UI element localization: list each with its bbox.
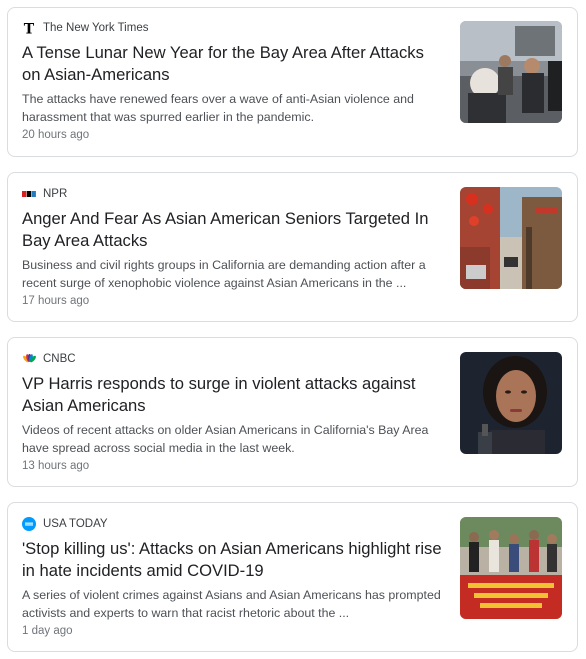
source-name: CNBC: [43, 353, 76, 365]
source-name: USA TODAY: [43, 518, 108, 530]
usa-today-logo-icon: [22, 517, 36, 531]
source-name: NPR: [43, 188, 68, 200]
timestamp: 1 day ago: [22, 625, 73, 637]
timestamp: 20 hours ago: [22, 129, 90, 141]
snippet-text: The attacks have renewed fears over a wa…: [22, 92, 414, 124]
source-name: The New York Times: [43, 22, 149, 34]
news-card[interactable]: T The New York Times A Tense Lunar New Y…: [7, 7, 578, 157]
news-card[interactable]: CNBC VP Harris responds to surge in viol…: [7, 337, 578, 487]
snippet-text: A series of violent crimes against Asian…: [22, 588, 441, 620]
nyt-logo-icon: T: [22, 21, 36, 35]
news-source: NPR: [22, 186, 446, 202]
headline-link[interactable]: VP Harris responds to surge in violent a…: [22, 373, 446, 417]
news-source: USA TODAY: [22, 516, 446, 532]
timestamp: 13 hours ago: [22, 460, 90, 472]
rally-crowd-photo[interactable]: [460, 517, 562, 619]
street-crowd-photo[interactable]: [460, 21, 562, 123]
headline-link[interactable]: Anger And Fear As Asian American Seniors…: [22, 208, 446, 252]
cnbc-peacock-icon: [22, 352, 36, 366]
chinatown-street-photo[interactable]: [460, 187, 562, 289]
news-card[interactable]: USA TODAY 'Stop killing us': Attacks on …: [7, 502, 578, 652]
news-card[interactable]: NPR Anger And Fear As Asian American Sen…: [7, 172, 578, 322]
npr-logo-icon: [22, 187, 36, 201]
news-source: CNBC: [22, 351, 446, 367]
svg-text:T: T: [24, 22, 35, 35]
news-source: T The New York Times: [22, 20, 446, 36]
timestamp: 17 hours ago: [22, 295, 90, 307]
headline-link[interactable]: A Tense Lunar New Year for the Bay Area …: [22, 42, 446, 86]
portrait-photo[interactable]: [460, 352, 562, 454]
headline-link[interactable]: 'Stop killing us': Attacks on Asian Amer…: [22, 538, 446, 582]
snippet-text: Videos of recent attacks on older Asian …: [22, 423, 429, 455]
snippet-text: Business and civil rights groups in Cali…: [22, 258, 426, 290]
